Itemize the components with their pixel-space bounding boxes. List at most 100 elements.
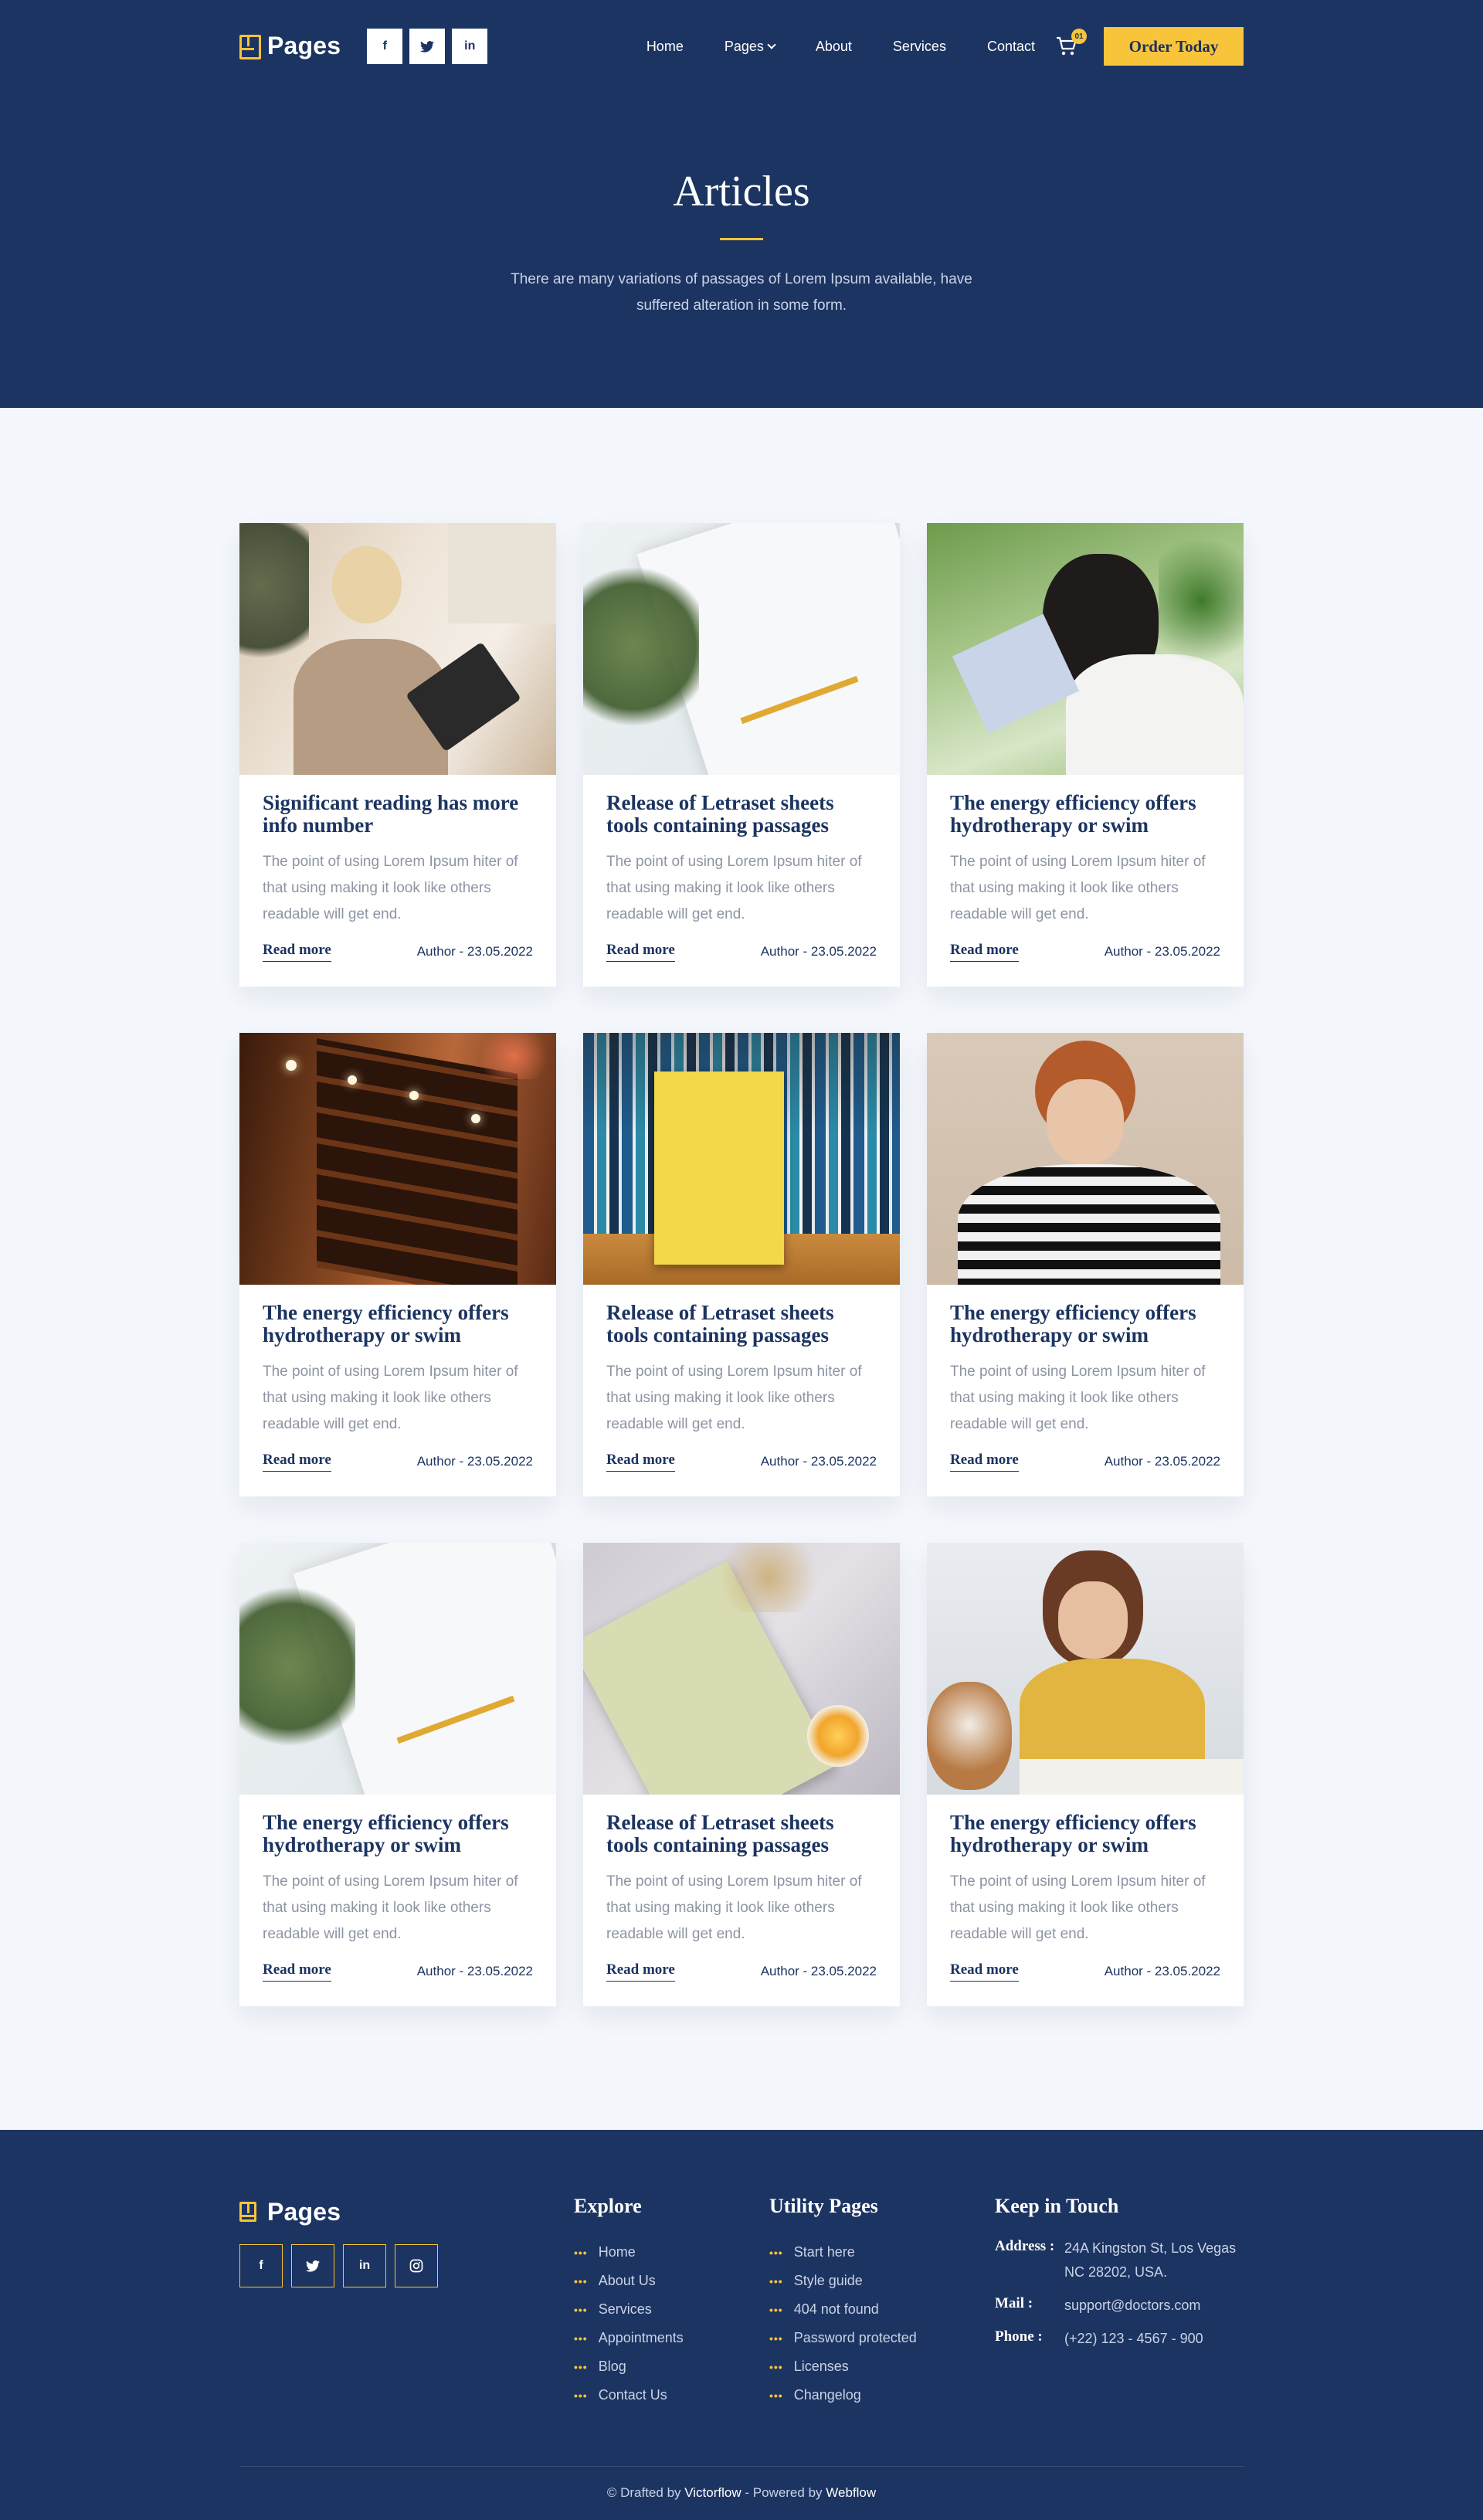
article-card[interactable]: The energy efficiency offers hydrotherap…	[927, 523, 1244, 987]
footer-explore-title: Explore	[574, 2195, 642, 2217]
title-divider	[720, 238, 763, 240]
read-more-link[interactable]: Read more	[950, 1452, 1019, 1472]
footer-brand-logo[interactable]: Pages	[239, 2198, 341, 2226]
twitter-icon[interactable]	[291, 2244, 334, 2287]
read-more-link[interactable]: Read more	[606, 1452, 675, 1472]
article-title[interactable]: Release of Letraset sheets tools contain…	[606, 1302, 877, 1347]
article-meta: Author - 23.05.2022	[416, 1454, 533, 1469]
article-card[interactable]: Significant reading has more info number…	[239, 523, 556, 987]
read-more-link[interactable]: Read more	[263, 942, 331, 962]
footer-link-blog[interactable]: ••• Blog	[574, 2352, 684, 2381]
articles-section: Significant reading has more info number…	[0, 408, 1483, 2130]
nav-about[interactable]: About	[816, 39, 852, 55]
book-logo-icon	[239, 2201, 260, 2223]
footer-link-licenses[interactable]: ••• Licenses	[769, 2352, 917, 2381]
article-meta: Author - 23.05.2022	[760, 1964, 877, 1978]
read-more-link[interactable]: Read more	[263, 1452, 331, 1472]
article-title[interactable]: Release of Letraset sheets tools contain…	[606, 792, 877, 837]
footer-link-about-us[interactable]: ••• About Us	[574, 2267, 684, 2295]
instagram-icon[interactable]	[395, 2244, 438, 2287]
address-label: Address :	[995, 2238, 1055, 2254]
article-card[interactable]: Release of Letraset sheets tools contain…	[583, 1543, 900, 2006]
footer-divider	[239, 2466, 1244, 2467]
footer-link-password-protected[interactable]: ••• Password protected	[769, 2324, 917, 2352]
footer-contact-title: Keep in Touch	[995, 2195, 1119, 2217]
article-image-notebook-candle[interactable]	[583, 1543, 900, 1795]
linkedin-icon[interactable]: in	[452, 29, 488, 64]
article-excerpt: The point of using Lorem Ipsum hiter of …	[606, 1364, 862, 1432]
article-image-woman-reading-garden[interactable]	[927, 523, 1244, 775]
order-today-button[interactable]: Order Today	[1104, 27, 1244, 66]
facebook-icon[interactable]: f	[367, 29, 403, 64]
cart-button[interactable]: 01	[1056, 29, 1087, 56]
article-title[interactable]: Significant reading has more info number	[263, 792, 533, 837]
footer-link-changelog[interactable]: ••• Changelog	[769, 2381, 917, 2410]
footer-utility-column: Utility Pages ••• Start here ••• Style gui…	[769, 2195, 917, 2410]
article-title[interactable]: The energy efficiency offers hydrotherap…	[950, 1812, 1220, 1856]
credits-platform-link[interactable]: Webflow	[826, 2485, 876, 2500]
article-image-woman-striped-shirt[interactable]	[927, 1033, 1244, 1285]
hero-section: Pages f in Home Pages About Services Con…	[0, 0, 1483, 408]
article-excerpt: The point of using Lorem Ipsum hiter of …	[950, 1364, 1206, 1432]
article-excerpt: The point of using Lorem Ipsum hiter of …	[606, 1873, 862, 1942]
nav-services[interactable]: Services	[893, 39, 946, 55]
footer: Pages f in Explore ••• Home ••• About Us •…	[0, 2130, 1483, 2520]
read-more-link[interactable]: Read more	[606, 1961, 675, 1982]
brand-logo[interactable]: Pages	[239, 32, 341, 60]
article-title[interactable]: The energy efficiency offers hydrotherap…	[263, 1302, 533, 1347]
facebook-icon[interactable]: f	[239, 2244, 283, 2287]
nav-contact[interactable]: Contact	[987, 39, 1035, 55]
article-meta: Author - 23.05.2022	[1104, 1454, 1220, 1469]
article-card[interactable]: Release of Letraset sheets tools contain…	[583, 1033, 900, 1496]
article-meta: Author - 23.05.2022	[416, 944, 533, 959]
book-logo-icon	[239, 35, 261, 59]
footer-credits: © Drafted by Victorflow - Powered by Web…	[239, 2485, 1244, 2501]
article-title[interactable]: The energy efficiency offers hydrotherap…	[263, 1812, 533, 1856]
article-card[interactable]: The energy efficiency offers hydrotherap…	[927, 1033, 1244, 1496]
footer-link-contact-us[interactable]: ••• Contact Us	[574, 2381, 684, 2410]
article-image-woman-reading-kitchen[interactable]	[239, 523, 556, 775]
article-card[interactable]: The energy efficiency offers hydrotherap…	[239, 1543, 556, 2006]
mail-value[interactable]: support@doctors.com	[1064, 2294, 1200, 2318]
articles-grid: Significant reading has more info number…	[239, 523, 1244, 2006]
article-excerpt: The point of using Lorem Ipsum hiter of …	[263, 1364, 518, 1432]
footer-link-start-here[interactable]: ••• Start here	[769, 2238, 917, 2267]
credits-author-link[interactable]: Victorflow	[684, 2485, 741, 2500]
hero-description: There are many variations of passages of…	[511, 271, 972, 314]
article-meta: Author - 23.05.2022	[1104, 944, 1220, 959]
phone-value[interactable]: (+22) 123 - 4567 - 900	[1064, 2327, 1203, 2351]
article-card[interactable]: The energy efficiency offers hydrotherap…	[239, 1033, 556, 1496]
nav-pages[interactable]: Pages	[725, 39, 776, 55]
article-image-book-thinking-fast[interactable]	[239, 1543, 556, 1795]
address-value: 24A Kingston St, Los Vegas NC 28202, USA…	[1064, 2240, 1237, 2280]
footer-utility-title: Utility Pages	[769, 2195, 878, 2217]
linkedin-icon[interactable]: in	[343, 2244, 386, 2287]
article-meta: Author - 23.05.2022	[1104, 1964, 1220, 1978]
article-image-book-thinking-fast[interactable]	[583, 523, 900, 775]
footer-link-appointments[interactable]: ••• Appointments	[574, 2324, 684, 2352]
article-meta: Author - 23.05.2022	[760, 944, 877, 959]
page-title: Articles	[673, 168, 810, 216]
footer-link-404[interactable]: ••• 404 not found	[769, 2295, 917, 2324]
article-image-woman-with-dog[interactable]	[927, 1543, 1244, 1795]
article-card[interactable]: Release of Letraset sheets tools contain…	[583, 523, 900, 987]
nav-home[interactable]: Home	[646, 39, 684, 55]
article-image-yellow-book-library[interactable]	[583, 1033, 900, 1285]
article-image-bookshelf-lights[interactable]	[239, 1033, 556, 1285]
footer-socials: f in	[239, 2244, 438, 2287]
credits-prefix: © Drafted by	[606, 2485, 685, 2500]
footer-link-services[interactable]: ••• Services	[574, 2295, 684, 2324]
footer-link-home[interactable]: ••• Home	[574, 2238, 684, 2267]
read-more-link[interactable]: Read more	[263, 1961, 331, 1982]
read-more-link[interactable]: Read more	[606, 942, 675, 962]
article-excerpt: The point of using Lorem Ipsum hiter of …	[263, 1873, 518, 1942]
read-more-link[interactable]: Read more	[950, 1961, 1019, 1982]
article-title[interactable]: Release of Letraset sheets tools contain…	[606, 1812, 877, 1856]
phone-label: Phone :	[995, 2328, 1043, 2345]
read-more-link[interactable]: Read more	[950, 942, 1019, 962]
article-card[interactable]: The energy efficiency offers hydrotherap…	[927, 1543, 1244, 2006]
article-title[interactable]: The energy efficiency offers hydrotherap…	[950, 1302, 1220, 1347]
twitter-icon[interactable]	[409, 29, 446, 64]
footer-link-style-guide[interactable]: ••• Style guide	[769, 2267, 917, 2295]
article-title[interactable]: The energy efficiency offers hydrotherap…	[950, 792, 1220, 837]
